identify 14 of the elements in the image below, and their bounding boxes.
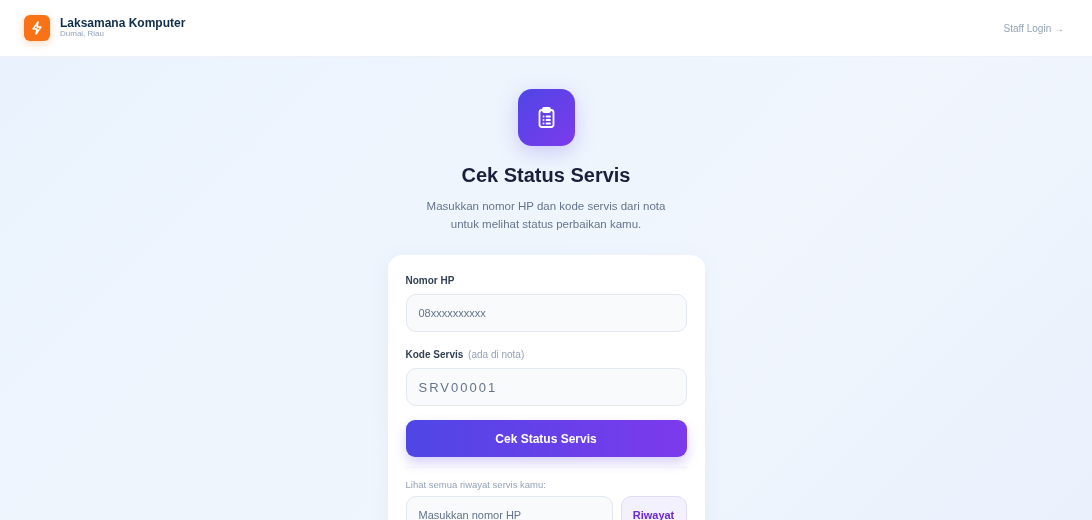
brand-name: Laksamana Komputer <box>60 17 186 31</box>
clipboard-icon <box>517 89 575 146</box>
brand-location: Dumai, Riau <box>60 30 105 39</box>
page-subtitle: Masukkan nomor HP dan kode servis dari nota untuk melihat status perbaikan kamu. <box>425 199 667 232</box>
lightning-icon <box>24 15 50 41</box>
field-label: Kode Servis <box>405 349 464 360</box>
history-label: Lihat semua riwayat servis kamu: <box>405 479 547 490</box>
page-title: Cek Status Servis <box>461 164 631 187</box>
check-status-button[interactable]: Cek Status Servis <box>405 420 687 457</box>
history-phone-field[interactable]: Masukkan nomor HP <box>405 496 613 520</box>
field-hint: (ada di nota) <box>468 349 525 360</box>
service-code-field[interactable]: SRV00001 <box>405 368 687 406</box>
phone-field[interactable]: 08xxxxxxxxxx <box>405 294 687 332</box>
field-label: Nomor HP <box>405 275 455 286</box>
